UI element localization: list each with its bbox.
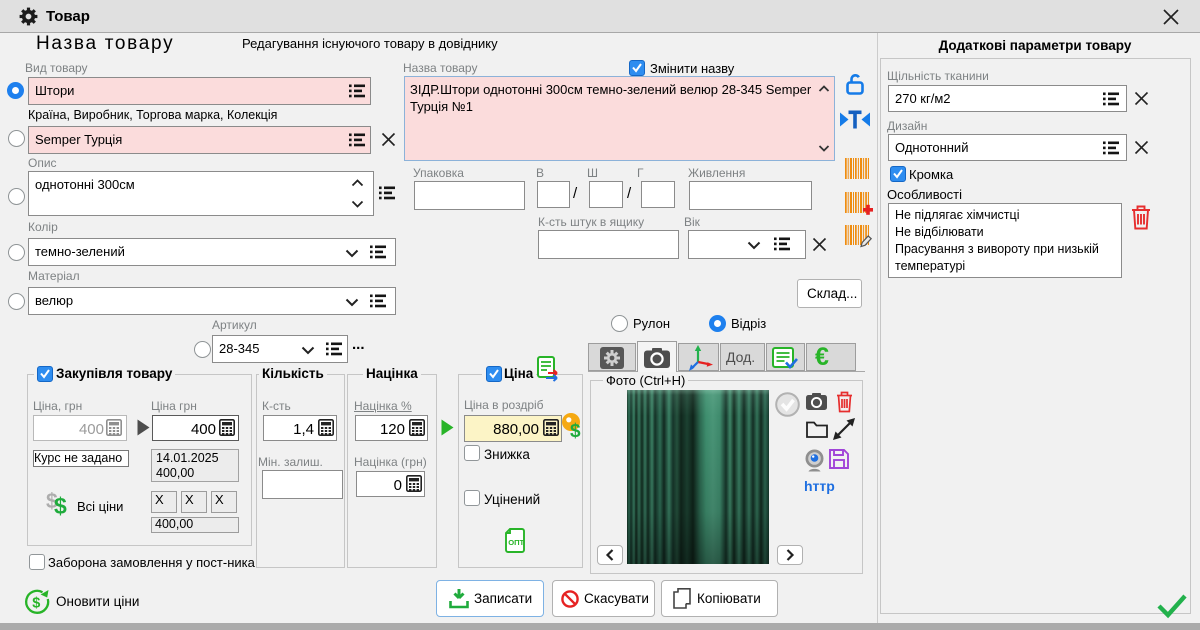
- svg-text:ОПТ: ОПТ: [508, 538, 524, 547]
- svg-text:$: $: [570, 421, 581, 442]
- svg-text:$: $: [32, 596, 40, 612]
